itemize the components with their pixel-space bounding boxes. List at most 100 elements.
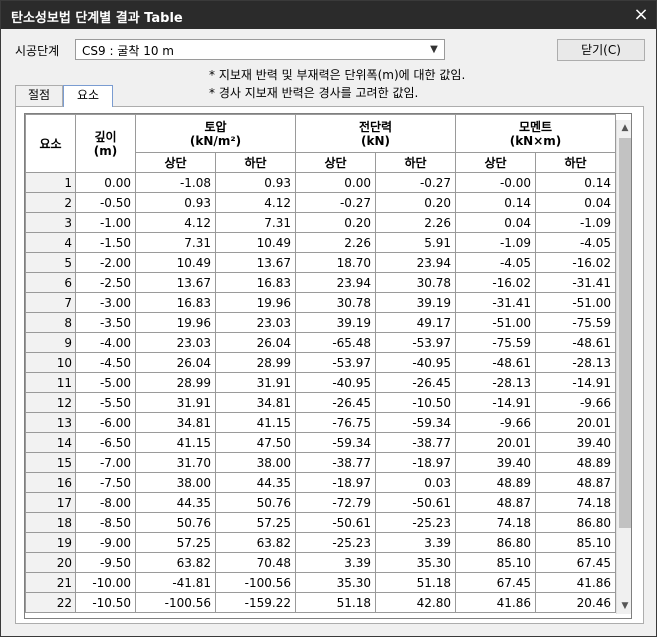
cell-shear-bottom[interactable]: 23.94 bbox=[375, 252, 456, 273]
cell-moment-bottom[interactable]: 85.10 bbox=[535, 532, 616, 553]
cell-moment-top[interactable]: -48.61 bbox=[455, 352, 536, 373]
cell-shear-top[interactable]: -50.61 bbox=[295, 512, 376, 533]
cell-earth-pressure-bottom[interactable]: -159.22 bbox=[215, 592, 296, 613]
vertical-scrollbar[interactable]: ▲ ▼ bbox=[616, 120, 631, 614]
cell-element-no[interactable]: 10 bbox=[25, 352, 76, 373]
cell-depth[interactable]: -3.00 bbox=[75, 292, 136, 313]
cell-earth-pressure-top[interactable]: 50.76 bbox=[135, 512, 216, 533]
cell-shear-top[interactable]: 30.78 bbox=[295, 292, 376, 313]
cell-moment-top[interactable]: 85.10 bbox=[455, 552, 536, 573]
table-row[interactable]: 8 -3.50 19.96 23.03 39.19 49.17 -51.00 -75.59 bbox=[25, 312, 616, 333]
cell-moment-top[interactable]: -16.02 bbox=[455, 272, 536, 293]
cell-element-no[interactable]: 8 bbox=[25, 312, 76, 333]
cell-shear-top[interactable]: 0.00 bbox=[295, 172, 376, 193]
cell-element-no[interactable]: 22 bbox=[25, 592, 76, 613]
cell-moment-top[interactable]: -9.66 bbox=[455, 412, 536, 433]
cell-element-no[interactable]: 5 bbox=[25, 252, 76, 273]
table-row[interactable]: 22 -10.50 -100.56 -159.22 51.18 42.80 41.86 20.… bbox=[25, 592, 616, 613]
cell-shear-top[interactable]: -72.79 bbox=[295, 492, 376, 513]
cell-element-no[interactable]: 2 bbox=[25, 192, 76, 213]
table-row[interactable]: 13 -6.00 34.81 41.15 -76.75 -59.34 -9.66 20.01 bbox=[25, 412, 616, 433]
table-row[interactable]: 10 -4.50 26.04 28.99 -53.97 -40.95 -48.61 -28.1… bbox=[25, 352, 616, 373]
table-row[interactable]: 11 -5.00 28.99 31.91 -40.95 -26.45 -28.13 -14.9… bbox=[25, 372, 616, 393]
cell-element-no[interactable]: 13 bbox=[25, 412, 76, 433]
cell-depth[interactable]: -8.00 bbox=[75, 492, 136, 513]
cell-earth-pressure-bottom[interactable]: 16.83 bbox=[215, 272, 296, 293]
cell-earth-pressure-bottom[interactable]: 10.49 bbox=[215, 232, 296, 253]
cell-shear-bottom[interactable]: -53.97 bbox=[375, 332, 456, 353]
cell-shear-bottom[interactable]: -10.50 bbox=[375, 392, 456, 413]
cell-earth-pressure-top[interactable]: 57.25 bbox=[135, 532, 216, 553]
cell-element-no[interactable]: 14 bbox=[25, 432, 76, 453]
cell-moment-bottom[interactable]: -4.05 bbox=[535, 232, 616, 253]
cell-element-no[interactable]: 7 bbox=[25, 292, 76, 313]
cell-depth[interactable]: -5.00 bbox=[75, 372, 136, 393]
tab-node[interactable]: 절점 bbox=[15, 85, 63, 106]
cell-earth-pressure-top[interactable]: 10.49 bbox=[135, 252, 216, 273]
cell-earth-pressure-bottom[interactable]: 7.31 bbox=[215, 212, 296, 233]
cell-shear-top[interactable]: 18.70 bbox=[295, 252, 376, 273]
cell-depth[interactable]: -10.50 bbox=[75, 592, 136, 613]
cell-earth-pressure-bottom[interactable]: 44.35 bbox=[215, 472, 296, 493]
cell-moment-top[interactable]: -28.13 bbox=[455, 372, 536, 393]
cell-earth-pressure-bottom[interactable]: 0.93 bbox=[215, 172, 296, 193]
cell-moment-top[interactable]: 86.80 bbox=[455, 532, 536, 553]
cell-shear-top[interactable]: -26.45 bbox=[295, 392, 376, 413]
cell-earth-pressure-top[interactable]: 28.99 bbox=[135, 372, 216, 393]
cell-element-no[interactable]: 1 bbox=[25, 172, 76, 193]
cell-depth[interactable]: 0.00 bbox=[75, 172, 136, 193]
cell-earth-pressure-bottom[interactable]: 26.04 bbox=[215, 332, 296, 353]
table-row[interactable]: 9 -4.00 23.03 26.04 -65.48 -53.97 -75.59 -48.61 bbox=[25, 332, 616, 353]
cell-element-no[interactable]: 11 bbox=[25, 372, 76, 393]
cell-earth-pressure-bottom[interactable]: 47.50 bbox=[215, 432, 296, 453]
table-row[interactable]: 15 -7.00 31.70 38.00 -38.77 -18.97 39.40 48.89 bbox=[25, 452, 616, 473]
cell-moment-bottom[interactable]: 39.40 bbox=[535, 432, 616, 453]
cell-earth-pressure-top[interactable]: 31.91 bbox=[135, 392, 216, 413]
cell-depth[interactable]: -1.50 bbox=[75, 232, 136, 253]
cell-earth-pressure-top[interactable]: 31.70 bbox=[135, 452, 216, 473]
cell-depth[interactable]: -7.00 bbox=[75, 452, 136, 473]
cell-depth[interactable]: -3.50 bbox=[75, 312, 136, 333]
cell-earth-pressure-bottom[interactable]: 38.00 bbox=[215, 452, 296, 473]
cell-shear-top[interactable]: -25.23 bbox=[295, 532, 376, 553]
cell-moment-bottom[interactable]: 74.18 bbox=[535, 492, 616, 513]
cell-earth-pressure-top[interactable]: 26.04 bbox=[135, 352, 216, 373]
cell-earth-pressure-bottom[interactable]: 63.82 bbox=[215, 532, 296, 553]
cell-shear-bottom[interactable]: -59.34 bbox=[375, 412, 456, 433]
cell-moment-top[interactable]: -4.05 bbox=[455, 252, 536, 273]
table-row[interactable]: 6 -2.50 13.67 16.83 23.94 30.78 -16.02 -31.41 bbox=[25, 272, 616, 293]
cell-shear-bottom[interactable]: 35.30 bbox=[375, 552, 456, 573]
cell-shear-top[interactable]: -18.97 bbox=[295, 472, 376, 493]
cell-moment-bottom[interactable]: 41.86 bbox=[535, 572, 616, 593]
cell-moment-top[interactable]: 74.18 bbox=[455, 512, 536, 533]
cell-depth[interactable]: -6.50 bbox=[75, 432, 136, 453]
cell-earth-pressure-top[interactable]: -100.56 bbox=[135, 592, 216, 613]
cell-moment-top[interactable]: 0.04 bbox=[455, 212, 536, 233]
cell-shear-bottom[interactable]: 42.80 bbox=[375, 592, 456, 613]
cell-moment-top[interactable]: 67.45 bbox=[455, 572, 536, 593]
cell-earth-pressure-top[interactable]: 23.03 bbox=[135, 332, 216, 353]
table-row[interactable]: 20 -9.50 63.82 70.48 3.39 35.30 85.10 67.45 bbox=[25, 552, 616, 573]
cell-element-no[interactable]: 9 bbox=[25, 332, 76, 353]
cell-moment-bottom[interactable]: -51.00 bbox=[535, 292, 616, 313]
cell-earth-pressure-bottom[interactable]: 70.48 bbox=[215, 552, 296, 573]
cell-earth-pressure-bottom[interactable]: 41.15 bbox=[215, 412, 296, 433]
cell-earth-pressure-top[interactable]: 4.12 bbox=[135, 212, 216, 233]
cell-moment-top[interactable]: 39.40 bbox=[455, 452, 536, 473]
cell-shear-top[interactable]: 0.20 bbox=[295, 212, 376, 233]
cell-shear-top[interactable]: -53.97 bbox=[295, 352, 376, 373]
cell-depth[interactable]: -4.50 bbox=[75, 352, 136, 373]
cell-shear-top[interactable]: 51.18 bbox=[295, 592, 376, 613]
cell-earth-pressure-top[interactable]: 44.35 bbox=[135, 492, 216, 513]
cell-element-no[interactable]: 6 bbox=[25, 272, 76, 293]
cell-moment-bottom[interactable]: -75.59 bbox=[535, 312, 616, 333]
cell-earth-pressure-top[interactable]: 0.93 bbox=[135, 192, 216, 213]
cell-moment-top[interactable]: 20.01 bbox=[455, 432, 536, 453]
cell-element-no[interactable]: 21 bbox=[25, 572, 76, 593]
table-row[interactable]: 3 -1.00 4.12 7.31 0.20 2.26 0.04 -1.09 bbox=[25, 212, 616, 233]
cell-depth[interactable]: -8.50 bbox=[75, 512, 136, 533]
cell-element-no[interactable]: 19 bbox=[25, 532, 76, 553]
cell-shear-bottom[interactable]: 2.26 bbox=[375, 212, 456, 233]
cell-moment-top[interactable]: 0.14 bbox=[455, 192, 536, 213]
cell-shear-bottom[interactable]: -38.77 bbox=[375, 432, 456, 453]
